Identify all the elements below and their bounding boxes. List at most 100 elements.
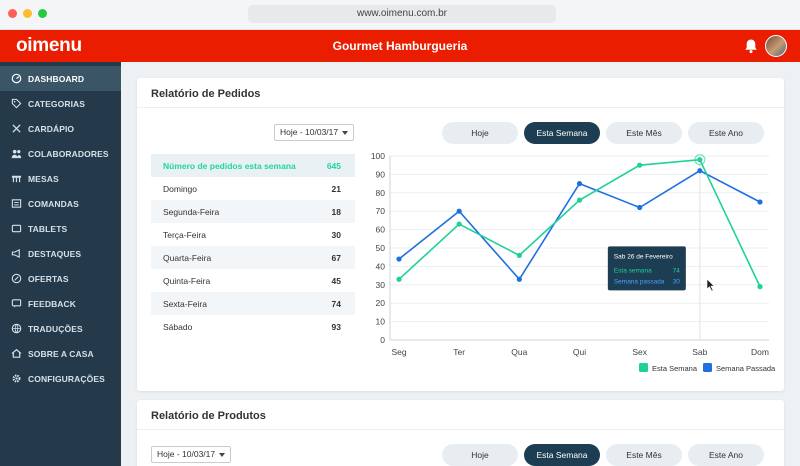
y-tick-label: 70 <box>376 206 386 216</box>
tab-esta-semana[interactable]: Esta Semana <box>524 444 600 466</box>
legend-swatch <box>639 363 648 372</box>
data-point[interactable] <box>757 199 763 205</box>
tab-este-mes[interactable]: Este Mês <box>606 122 682 144</box>
x-tick-label: Sex <box>632 347 647 357</box>
orders-report-title: Relatório de Pedidos <box>151 88 261 100</box>
table-row: Segunda-Feira 18 <box>151 200 355 223</box>
y-tick-label: 30 <box>376 280 386 290</box>
address-bar[interactable]: www.oimenu.com.br <box>248 5 556 23</box>
home-icon <box>11 348 22 358</box>
receipt-icon <box>11 199 22 208</box>
tab-hoje[interactable]: Hoje <box>442 444 518 466</box>
products-date-select-value: Hoje - 10/03/17 <box>157 449 216 459</box>
tooltip-row-value: 30 <box>673 278 681 285</box>
browser-toolbar: www.oimenu.com.br <box>0 0 800 30</box>
sidebar-item-label: CONFIGURAÇÕES <box>28 373 105 384</box>
gear-icon <box>12 374 21 383</box>
close-window-button[interactable] <box>8 9 17 18</box>
sidebar-item-label: TRADUÇÕES <box>28 323 83 334</box>
sidebar-item-table[interactable]: MESAS <box>0 166 121 191</box>
table-row: Quarta-Feira 67 <box>151 246 355 269</box>
y-tick-label: 50 <box>376 243 386 253</box>
y-tick-label: 20 <box>376 298 386 308</box>
data-point[interactable] <box>456 221 462 227</box>
sidebar-item-label: MESAS <box>28 173 59 184</box>
maximize-window-button[interactable] <box>38 9 47 18</box>
window-controls <box>8 9 47 18</box>
tab-este-mes[interactable]: Este Mês <box>606 444 682 466</box>
data-point[interactable] <box>516 252 522 258</box>
data-point[interactable] <box>396 276 402 282</box>
sidebar-item-tag[interactable]: CATEGORIAS <box>0 91 121 116</box>
tab-hoje[interactable]: Hoje <box>442 122 518 144</box>
legend-label: Esta Semana <box>652 364 698 373</box>
user-avatar[interactable] <box>765 35 787 57</box>
tab-este-ano[interactable]: Este Ano <box>688 444 764 466</box>
orders-total-label: Número de pedidos esta semana <box>163 160 296 171</box>
sidebar-item-tablet[interactable]: TABLETS <box>0 216 121 241</box>
tooltip-row-label: Esta semana <box>614 267 652 274</box>
sidebar-item-megaphone[interactable]: DESTAQUES <box>0 241 121 266</box>
sidebar-item-label: TABLETS <box>28 223 68 234</box>
tag-icon <box>11 98 22 109</box>
data-point[interactable] <box>576 181 583 187</box>
y-tick-label: 60 <box>376 225 386 235</box>
card-divider <box>137 107 784 108</box>
products-period-tabs: Hoje Esta Semana Este Mês Este Ano <box>442 444 764 466</box>
sidebar-item-globe[interactable]: TRADUÇÕES <box>0 316 121 341</box>
day-label: Terça-Feira <box>163 229 206 240</box>
sidebar-item-label: COLABORADORES <box>28 148 109 159</box>
y-tick-label: 90 <box>376 169 386 179</box>
sidebar-item-label: DASHBOARD <box>28 73 85 84</box>
products-date-select[interactable]: Hoje - 10/03/17 <box>151 446 231 463</box>
chat-icon <box>11 299 22 308</box>
tooltip-row-label: Semana passada <box>614 278 665 285</box>
data-point[interactable] <box>576 197 583 203</box>
utensils-icon <box>12 124 21 133</box>
sidebar-item-percent[interactable]: OFERTAS <box>0 266 121 291</box>
legend-swatch <box>703 363 712 372</box>
sidebar-item-receipt[interactable]: COMANDAS <box>0 191 121 216</box>
data-point[interactable] <box>396 256 402 262</box>
data-point[interactable] <box>456 208 462 214</box>
globe-icon <box>11 323 22 334</box>
data-point[interactable] <box>697 157 703 163</box>
tab-esta-semana[interactable]: Esta Semana <box>524 122 600 144</box>
percent-icon <box>11 273 22 284</box>
sidebar-item-home[interactable]: SOBRE A CASA <box>0 341 121 366</box>
x-tick-label: Ter <box>453 347 465 357</box>
orders-date-select-value: Hoje - 10/03/17 <box>280 127 339 137</box>
day-label: Quarta-Feira <box>163 252 212 263</box>
data-point[interactable] <box>637 204 643 211</box>
sidebar-item-gear[interactable]: CONFIGURAÇÕES <box>0 366 121 391</box>
sidebar-item-utensils[interactable]: CARDÁPIO <box>0 116 121 141</box>
sidebar-item-label: OFERTAS <box>28 273 69 284</box>
sidebar-item-label: CATEGORIAS <box>28 98 86 109</box>
table-row: Domingo 21 <box>151 177 355 200</box>
orders-date-select[interactable]: Hoje - 10/03/17 <box>274 124 354 141</box>
dashboard-icon <box>11 73 22 84</box>
data-point[interactable] <box>516 276 522 282</box>
table-row: Quinta-Feira 45 <box>151 269 355 292</box>
minimize-window-button[interactable] <box>23 9 32 18</box>
sidebar-item-label: CARDÁPIO <box>28 123 75 134</box>
sidebar-item-people[interactable]: COLABORADORES <box>0 141 121 166</box>
table-icon <box>11 175 22 183</box>
orders-total-value: 645 <box>326 160 341 171</box>
bell-icon[interactable] <box>744 38 758 54</box>
day-label: Domingo <box>163 183 198 194</box>
orders-line-chart: 0 10 20 30 40 50 60 70 80 90 100 Seg Ter Qua Qui Sex Sab… <box>371 151 776 373</box>
data-point[interactable] <box>637 162 643 168</box>
y-tick-label: 0 <box>380 335 385 345</box>
sidebar-item-label: SOBRE A CASA <box>28 348 94 359</box>
tablet-icon <box>11 224 22 233</box>
tab-este-ano[interactable]: Este Ano <box>688 122 764 144</box>
sidebar-item-dashboard[interactable]: DASHBOARD <box>0 66 121 91</box>
people-icon <box>11 149 22 159</box>
x-tick-label: Sab <box>692 347 707 357</box>
x-tick-label: Dom <box>751 347 769 357</box>
data-point[interactable] <box>757 284 763 290</box>
data-point[interactable] <box>697 168 703 174</box>
day-value: 74 <box>331 298 341 309</box>
sidebar-item-chat[interactable]: FEEDBACK <box>0 291 121 316</box>
